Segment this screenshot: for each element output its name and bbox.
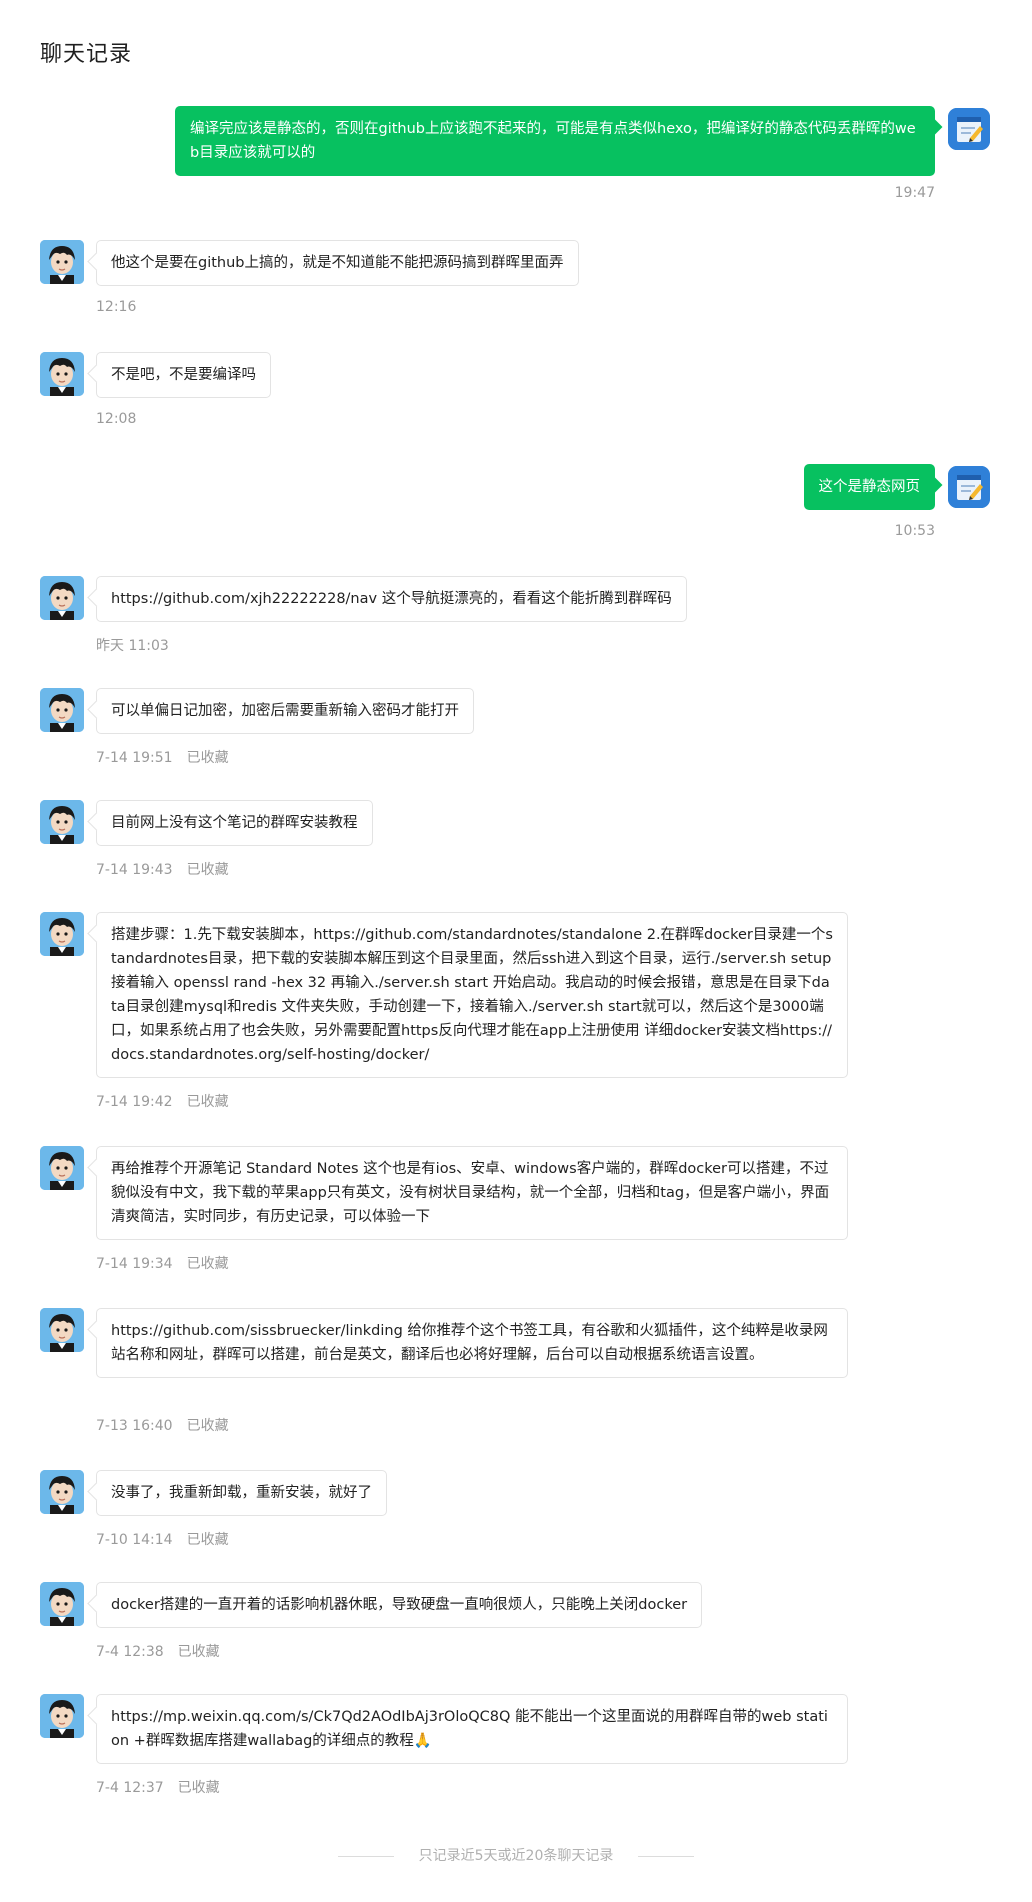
chat-history-page: 聊天记录 编译完应该是静态的，否则在github上应该跑不起来的，可能是有点类似…	[0, 0, 1032, 1902]
favorited-badge: 已收藏	[186, 1418, 229, 1434]
message-meta: 7-10 14:14 已收藏	[96, 1529, 229, 1549]
received-message-bubble[interactable]: 再给推荐个开源笔记 Standard Notes 这个也是有ios、安卓、win…	[96, 1146, 848, 1240]
sent-message-bubble[interactable]: 这个是静态网页	[803, 464, 935, 510]
favorited-badge: 已收藏	[186, 750, 229, 766]
received-message-bubble[interactable]: https://github.com/xjh22222228/nav 这个导航挺…	[96, 576, 687, 622]
message-text: 可以单偏日记加密，加密后需要重新输入密码才能打开	[111, 703, 459, 719]
message-text: https://github.com/xjh22222228/nav 这个导航挺…	[111, 591, 672, 607]
message-text: 目前网上没有这个笔记的群晖安装教程	[111, 815, 358, 831]
message-time: 7-4 12:38	[96, 1644, 164, 1660]
self-avatar-icon[interactable]	[948, 108, 990, 150]
contact-avatar-icon[interactable]	[40, 1582, 84, 1626]
favorited-badge: 已收藏	[186, 1256, 229, 1272]
message-time: 12:08	[96, 411, 137, 427]
message-time: 7-14 19:43	[96, 862, 173, 878]
message-time: 7-14 19:42	[96, 1094, 173, 1110]
message-text: 他这个是要在github上搞的，就是不知道能不能把源码搞到群晖里面弄	[111, 255, 564, 271]
received-message-bubble[interactable]: 搭建步骤：1.先下载安装脚本，https://github.com/standa…	[96, 912, 848, 1078]
contact-avatar-icon[interactable]	[40, 800, 84, 844]
message-text: 不是吧，不是要编译吗	[111, 367, 256, 383]
received-message-bubble[interactable]: 目前网上没有这个笔记的群晖安装教程	[96, 800, 373, 846]
message-time: 7-4 12:37	[96, 1780, 164, 1796]
message-time: 12:16	[96, 299, 137, 315]
message-time: 7-14 19:51	[96, 750, 173, 766]
divider-left	[338, 1855, 395, 1857]
message-time: 7-14 19:34	[96, 1256, 173, 1272]
received-message-bubble[interactable]: 他这个是要在github上搞的，就是不知道能不能把源码搞到群晖里面弄	[96, 240, 579, 286]
footer-text: 只记录近5天或近20条聊天记录	[418, 1848, 614, 1864]
received-message-bubble[interactable]: 没事了，我重新卸载，重新安装，就好了	[96, 1470, 387, 1516]
message-meta: 12:08	[96, 411, 136, 427]
message-meta: 10:53	[895, 523, 935, 539]
message-meta: 19:47	[895, 185, 935, 201]
sent-message-bubble[interactable]: 编译完应该是静态的，否则在github上应该跑不起来的，可能是有点类似hexo，…	[175, 106, 935, 176]
contact-avatar-icon[interactable]	[40, 352, 84, 396]
favorited-badge: 已收藏	[177, 1644, 220, 1660]
contact-avatar-icon[interactable]	[40, 1470, 84, 1514]
message-text: 编译完应该是静态的，否则在github上应该跑不起来的，可能是有点类似hexo，…	[190, 121, 916, 161]
message-meta: 7-13 16:40 已收藏	[96, 1415, 229, 1435]
received-message-bubble[interactable]: docker搭建的一直开着的话影响机器休眠，导致硬盘一直响很烦人，只能晚上关闭d…	[96, 1582, 703, 1628]
message-meta: 7-4 12:38 已收藏	[96, 1641, 220, 1661]
message-text: https://github.com/sissbruecker/linkding…	[111, 1323, 828, 1363]
contact-avatar-icon[interactable]	[40, 912, 84, 956]
message-meta: 7-14 19:51 已收藏	[96, 747, 229, 767]
message-meta: 7-14 19:43 已收藏	[96, 859, 229, 879]
favorited-badge: 已收藏	[186, 1094, 229, 1110]
favorited-badge: 已收藏	[186, 862, 229, 878]
favorited-badge: 已收藏	[177, 1780, 220, 1796]
contact-avatar-icon[interactable]	[40, 240, 84, 284]
received-message-bubble[interactable]: 可以单偏日记加密，加密后需要重新输入密码才能打开	[96, 688, 474, 734]
contact-avatar-icon[interactable]	[40, 1694, 84, 1738]
message-meta: 12:16	[96, 299, 136, 315]
message-text: 这个是静态网页	[818, 479, 921, 495]
contact-avatar-icon[interactable]	[40, 1308, 84, 1352]
received-message-bubble[interactable]: https://mp.weixin.qq.com/s/Ck7Qd2AOdIbAj…	[96, 1694, 848, 1764]
page-title: 聊天记录	[40, 42, 133, 67]
divider-right	[637, 1855, 694, 1857]
footer-notice: 只记录近5天或近20条聊天记录	[0, 1845, 1032, 1865]
message-text: https://mp.weixin.qq.com/s/Ck7Qd2AOdIbAj…	[111, 1709, 828, 1749]
contact-avatar-icon[interactable]	[40, 576, 84, 620]
message-time: 7-10 14:14	[96, 1532, 173, 1548]
received-message-bubble[interactable]: 不是吧，不是要编译吗	[96, 352, 271, 398]
message-meta: 7-14 19:34 已收藏	[96, 1253, 229, 1273]
message-text: 搭建步骤：1.先下载安装脚本，https://github.com/standa…	[111, 927, 833, 1063]
received-message-bubble[interactable]: https://github.com/sissbruecker/linkding…	[96, 1308, 848, 1378]
message-text: 没事了，我重新卸载，重新安装，就好了	[111, 1485, 372, 1501]
message-meta: 昨天 11:03	[96, 635, 169, 655]
message-time: 10:53	[894, 523, 935, 539]
message-text: 再给推荐个开源笔记 Standard Notes 这个也是有ios、安卓、win…	[111, 1161, 830, 1225]
message-meta: 7-4 12:37 已收藏	[96, 1777, 220, 1797]
favorited-badge: 已收藏	[186, 1532, 229, 1548]
message-time: 昨天 11:03	[96, 638, 169, 654]
message-text: docker搭建的一直开着的话影响机器休眠，导致硬盘一直响很烦人，只能晚上关闭d…	[111, 1597, 688, 1613]
message-time: 19:47	[894, 185, 935, 201]
message-meta: 7-14 19:42 已收藏	[96, 1091, 229, 1111]
contact-avatar-icon[interactable]	[40, 1146, 84, 1190]
contact-avatar-icon[interactable]	[40, 688, 84, 732]
message-time: 7-13 16:40	[96, 1418, 173, 1434]
self-avatar-icon[interactable]	[948, 466, 990, 508]
